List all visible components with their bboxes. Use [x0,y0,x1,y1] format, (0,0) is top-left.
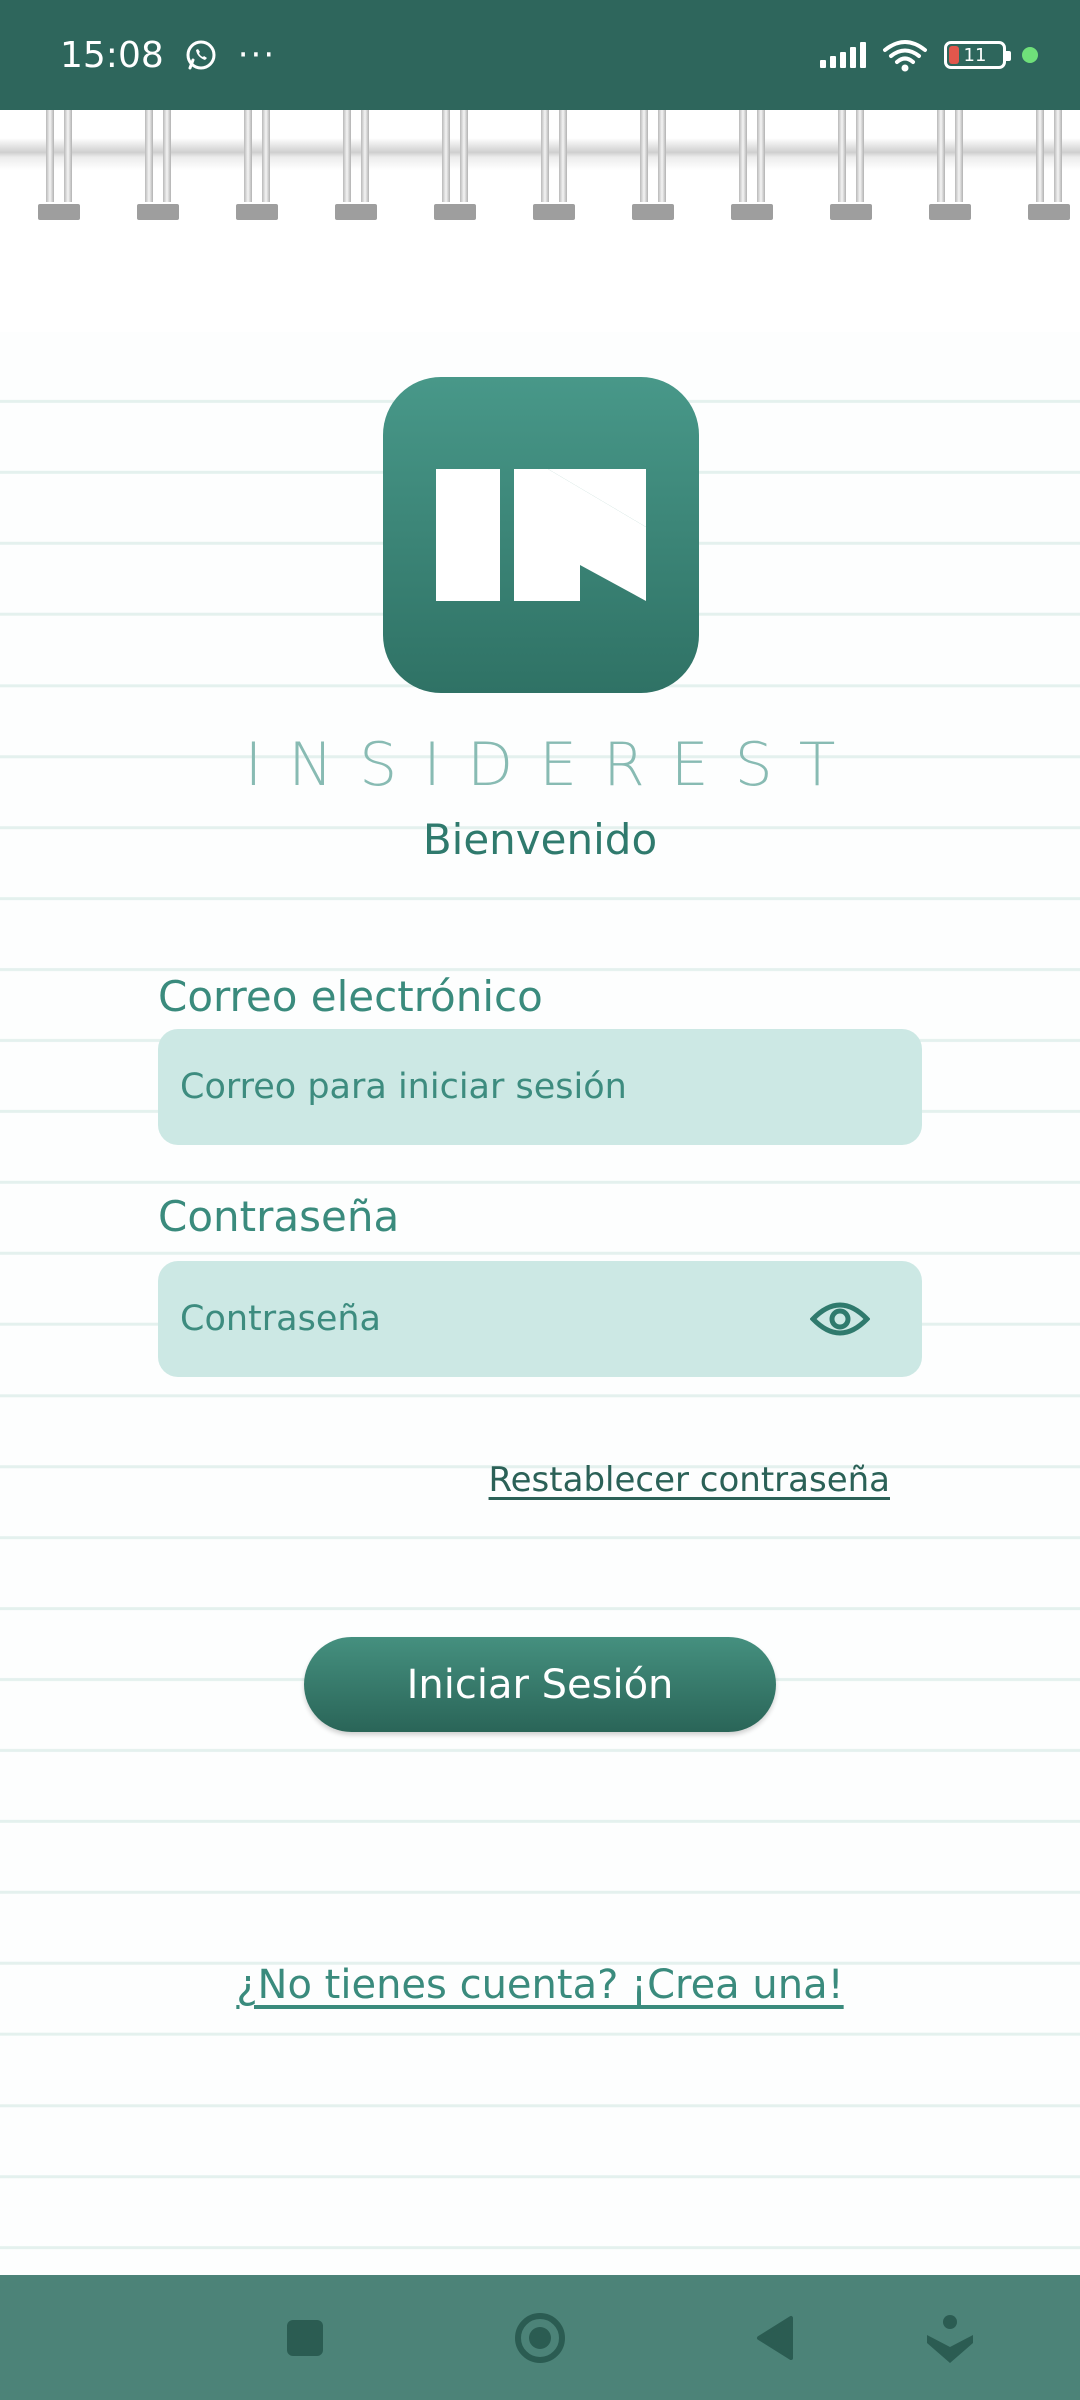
status-right: 11 [820,38,1038,72]
battery-level: 11 [963,44,987,66]
password-field-container[interactable] [158,1261,922,1377]
app-name: INSIDEREST [244,730,862,800]
clock: 15:08 [60,34,164,76]
home-button[interactable] [505,2303,575,2373]
whatsapp-icon [186,40,216,70]
battery-icon: 11 [944,41,1011,69]
email-label: Correo electrónico [158,972,543,1021]
password-field[interactable] [180,1299,810,1339]
notebook-header [0,110,1080,332]
spiral-ring [929,110,971,220]
spiral-ring [731,110,773,220]
spiral-ring [533,110,575,220]
recents-button[interactable] [270,2303,340,2373]
spiral-ring [830,110,872,220]
eye-icon[interactable] [810,1299,870,1339]
spiral-rings [0,110,1080,220]
login-button[interactable]: Iniciar Sesión [304,1637,776,1732]
password-label: Contraseña [158,1192,400,1241]
reset-password-link[interactable]: Restablecer contraseña [489,1460,890,1500]
spiral-ring [632,110,674,220]
more-notifications-icon: ··· [237,35,277,75]
spiral-ring [335,110,377,220]
status-left: 15:08 ··· [60,35,276,76]
welcome-text: Bienvenido [422,815,658,864]
logo-in-icon [436,469,646,601]
spiral-ring [38,110,80,220]
recents-square-icon [287,2320,323,2356]
home-circle-icon [515,2313,565,2363]
back-button[interactable] [740,2303,810,2373]
charging-dot [1022,47,1038,63]
signup-link[interactable]: ¿No tienes cuenta? ¡Crea una! [0,1962,1080,2008]
spiral-ring [1028,110,1070,220]
spiral-ring [137,110,179,220]
assistant-icon [927,2315,973,2363]
signal-icon [820,42,866,68]
navigation-bar [0,2275,1080,2400]
status-bar: 15:08 ··· 11 [0,0,1080,110]
app-logo [383,377,699,693]
spiral-ring [236,110,278,220]
email-field[interactable] [180,1067,900,1107]
back-triangle-icon [757,2316,793,2360]
spiral-ring [434,110,476,220]
email-field-container[interactable] [158,1029,922,1145]
wifi-icon [883,40,927,72]
assistant-button[interactable] [915,2303,985,2373]
